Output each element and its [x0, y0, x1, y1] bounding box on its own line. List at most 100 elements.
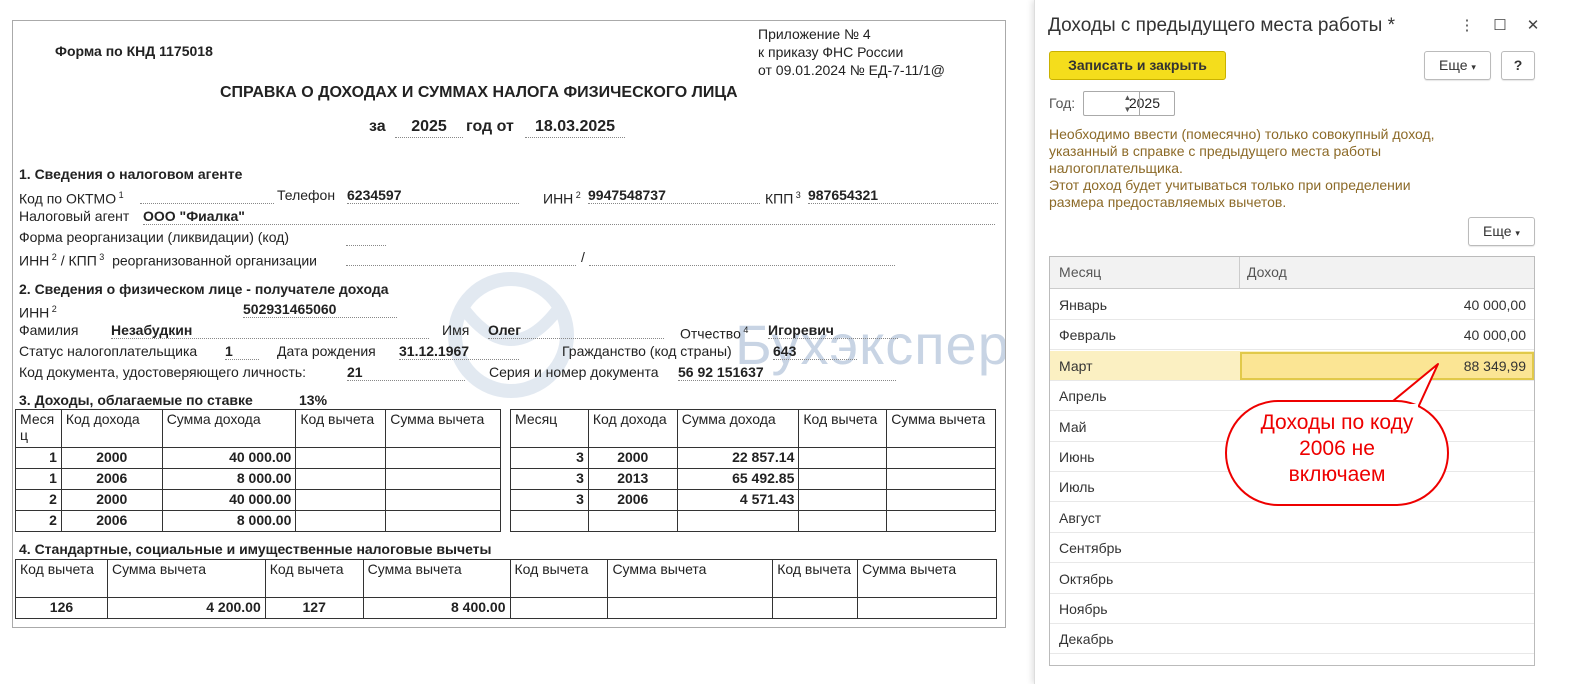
doc-code-label: Код документа, удостоверяющего личность:	[19, 364, 307, 380]
deduction-cell	[857, 597, 997, 619]
income-cell[interactable]: 40 000,00	[1464, 320, 1526, 350]
income-cell: 3	[510, 489, 589, 511]
table-row[interactable]: Сентябрь	[1050, 533, 1534, 564]
month-cell: Апрель	[1059, 388, 1107, 405]
tax-rate: 13%	[299, 392, 328, 408]
col-deduction-sum: Сумма вычета	[886, 409, 996, 448]
form-title: Доходы с предыдущего места работы *	[1048, 15, 1396, 36]
income-cell: 2000	[60, 489, 163, 511]
deduction-header: Сумма вычета	[607, 559, 774, 598]
deduction-header: Код вычета	[772, 559, 859, 598]
col-income-sum: Сумма дохода	[161, 409, 297, 448]
for-label: за	[369, 118, 386, 135]
doc-year: 2025	[395, 117, 463, 138]
oktmo-value	[140, 187, 274, 204]
month-cell: Май	[1059, 418, 1087, 435]
deductions-table: Код вычета Сумма вычета Код вычета Сумма вы…	[15, 559, 997, 619]
income-cell	[798, 489, 888, 511]
surname-value: Незабудкин	[111, 322, 429, 339]
year-label: Год:	[1049, 95, 1076, 111]
income-cell	[886, 510, 996, 532]
income-cell: 8 000.00	[161, 510, 297, 532]
table-row[interactable]: Январь 40 000,00	[1050, 290, 1534, 320]
income-cell	[798, 447, 888, 469]
col-month: Меся ц	[15, 409, 62, 448]
income-cell: 40 000.00	[161, 447, 297, 469]
month-cell: Июнь	[1059, 449, 1095, 465]
doc-date: 18.03.2025	[525, 117, 625, 138]
income-row: 3 2006 4 571.43	[510, 489, 996, 511]
col-month-header[interactable]: Месяц	[1059, 264, 1101, 280]
agent-inn-value: 9947548737	[588, 187, 760, 204]
year-spinner[interactable]: ▲ ▼	[1116, 91, 1140, 116]
income-cell	[886, 489, 996, 511]
income-cell: 2006	[587, 489, 678, 511]
spin-up-icon[interactable]: ▲	[1116, 92, 1139, 104]
income-table-left: Меся ц Код дохода Сумма дохода Код вычет…	[15, 409, 501, 532]
agent-name: ООО "Фиалка"	[143, 208, 995, 225]
income-cell[interactable]: 40 000,00	[1464, 290, 1526, 320]
table-more-button[interactable]: Еще ▾	[1468, 217, 1535, 246]
section-2-title: 2. Сведения о физическом лице - получате…	[19, 281, 389, 297]
patronymic-value: Игоревич	[768, 322, 898, 339]
deduction-cell	[772, 597, 859, 619]
income-row: 3 2000 22 857.14	[510, 447, 996, 469]
status-label: Статус налогоплательщика	[19, 343, 198, 359]
help-button[interactable]: ?	[1501, 51, 1535, 80]
name-label: Имя	[442, 322, 470, 338]
save-and-close-button[interactable]: Записать и закрыть	[1049, 51, 1226, 80]
income-cell	[886, 468, 996, 490]
income-cell	[295, 468, 387, 490]
income-table-right: Месяц Код дохода Сумма дохода Код вычета…	[510, 409, 996, 532]
table-row[interactable]: Декабрь	[1050, 624, 1534, 655]
table-row[interactable]: Март 88 349,99	[1050, 350, 1534, 381]
income-cell: 2013	[587, 468, 678, 490]
table-row[interactable]: Октябрь	[1050, 564, 1534, 594]
income-row: 1 2000 40 000.00	[15, 447, 501, 469]
income-row: 2 2006 8 000.00	[15, 510, 501, 532]
income-cell: 1	[15, 447, 62, 469]
more-button[interactable]: Еще ▾	[1424, 51, 1491, 80]
person-inn-label: ИНН 2	[19, 304, 57, 321]
col-deduction-code: Код вычета	[295, 409, 387, 448]
income-cell: 8 000.00	[161, 468, 297, 490]
birth-label: Дата рождения	[277, 343, 376, 359]
income-cell: 40 000.00	[161, 489, 297, 511]
col-income-header[interactable]: Доход	[1247, 264, 1287, 280]
status-value: 1	[225, 343, 259, 360]
doc-number-label: Серия и номер документа	[489, 364, 659, 380]
col-income-code: Код дохода	[60, 409, 163, 448]
year-from-label: год от	[466, 118, 514, 135]
close-icon[interactable]: ✕	[1523, 16, 1543, 36]
col-deduction-sum: Сумма вычета	[385, 409, 501, 448]
income-cell: 2	[15, 489, 62, 511]
agent-label: Налоговый агент	[19, 208, 130, 224]
deduction-cell: 8 400.00	[362, 597, 511, 619]
deduction-header: Сумма вычета	[106, 559, 266, 598]
table-row[interactable]: Август	[1050, 503, 1534, 533]
month-cell: Январь	[1059, 297, 1107, 313]
surname-label: Фамилия	[19, 322, 79, 338]
table-row[interactable]: Ноябрь	[1050, 594, 1534, 624]
agent-kpp-value: 987654321	[808, 187, 998, 204]
maximize-icon[interactable]: ☐	[1490, 16, 1510, 36]
form-code: Форма по КНД 1175018	[55, 43, 213, 59]
deduction-cell: 127	[264, 597, 364, 619]
phone-value: 6234597	[347, 187, 519, 204]
callout-text: Доходы по коду 2006 не включаем	[1260, 411, 1414, 486]
income-cell	[385, 510, 501, 532]
col-month: Месяц	[510, 409, 589, 448]
reorg-kpp-value	[589, 249, 895, 266]
more-menu-icon[interactable]: ⋮	[1457, 16, 1477, 36]
income-cell[interactable]: 88 349,99	[1464, 351, 1526, 381]
doc-number-value: 56 92 151637	[678, 364, 896, 381]
month-cell: Март	[1059, 357, 1093, 374]
phone-label: Телефон	[277, 187, 336, 203]
spin-down-icon[interactable]: ▼	[1116, 104, 1139, 116]
income-cell: 2	[15, 510, 62, 532]
table-row[interactable]: Февраль 40 000,00	[1050, 320, 1534, 351]
reorg-inn-value	[346, 249, 576, 266]
table-header: Месяц Доход	[1050, 257, 1534, 289]
income-certificate-document: Бухэксперт Форма по КНД 1175018 Приложен…	[12, 20, 1006, 628]
chevron-down-icon: ▾	[1471, 62, 1476, 72]
